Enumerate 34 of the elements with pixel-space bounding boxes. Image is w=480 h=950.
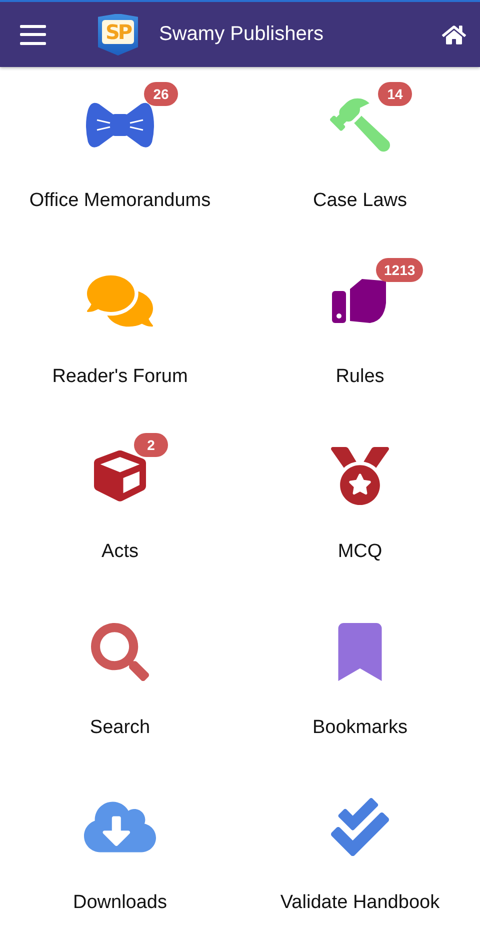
menu-tile[interactable]: 1213 Rules xyxy=(240,242,480,418)
search-icon xyxy=(91,622,149,680)
tile-label: Rules xyxy=(336,366,384,388)
cube-icon xyxy=(94,450,146,502)
count-badge: 2 xyxy=(134,433,168,457)
hand-icon xyxy=(332,276,388,324)
tile-label: Reader's Forum xyxy=(52,366,188,388)
double-check-icon xyxy=(331,798,389,856)
medal-icon xyxy=(331,447,389,505)
tile-label: Acts xyxy=(102,541,138,563)
menu-tile[interactable]: 14 Case Laws xyxy=(240,67,480,242)
tile-label: Bookmarks xyxy=(312,716,408,738)
menu-tile[interactable]: Validate Handbook xyxy=(240,769,480,944)
menu-tile[interactable]: Reader's Forum xyxy=(0,242,240,418)
menu-tile[interactable]: MCQ xyxy=(240,418,480,594)
menu-tile[interactable]: 26 Office Memorandums xyxy=(0,67,240,242)
tile-label: Downloads xyxy=(73,892,167,914)
tile-label: Search xyxy=(90,716,150,738)
menu-tile[interactable]: Downloads xyxy=(0,769,240,944)
logo-text: SP xyxy=(102,20,134,44)
tile-label: MCQ xyxy=(338,541,382,563)
menu-button[interactable] xyxy=(20,24,46,44)
bow-tie-icon xyxy=(84,100,156,150)
tile-label: Office Memorandums xyxy=(29,190,211,212)
menu-tile[interactable]: Bookmarks xyxy=(240,594,480,769)
app-title: Swamy Publishers xyxy=(159,23,325,46)
menu-tile[interactable]: Search xyxy=(0,594,240,769)
count-badge: 1213 xyxy=(376,258,424,282)
count-badge: 26 xyxy=(144,82,178,106)
home-button[interactable] xyxy=(442,22,466,46)
tile-label: Validate Handbook xyxy=(280,892,440,914)
tile-label: Case Laws xyxy=(313,190,407,212)
menu-tile[interactable]: 2 Acts xyxy=(0,418,240,594)
count-badge: 14 xyxy=(378,82,412,106)
